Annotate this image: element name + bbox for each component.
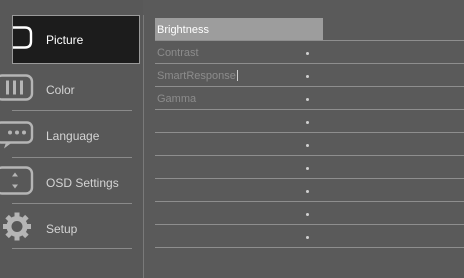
submenu-item-empty[interactable] [155, 179, 464, 202]
sidebar-item-label: Color [46, 83, 75, 97]
sidebar-divider [12, 248, 132, 249]
submenu-item-gamma[interactable]: Gamma [155, 87, 464, 110]
indicator-dot [306, 51, 309, 55]
language-icon [0, 119, 36, 154]
sidebar-item-label: Picture [46, 32, 84, 47]
submenu-item-empty[interactable] [155, 133, 464, 156]
sidebar-item-language[interactable]: Language [0, 113, 143, 159]
submenu-item-empty[interactable] [155, 225, 464, 248]
submenu-item-label: Gamma [157, 92, 197, 105]
submenu-item-contrast[interactable]: Contrast [155, 41, 464, 64]
indicator-dot [306, 120, 309, 124]
osd-menu: Picture Color Language OSD Settings Setu… [0, 0, 464, 278]
sidebar-divider [12, 110, 132, 111]
sidebar-item-label: Setup [46, 222, 78, 236]
submenu-item-text: SmartResponse [157, 69, 236, 82]
submenu-item-label: Contrast [157, 46, 199, 59]
submenu-item-brightness[interactable]: Brightness [155, 18, 464, 41]
sidebar-item-color[interactable]: Color [0, 67, 143, 113]
osd-sidebar: Picture Color Language OSD Settings Setu… [0, 0, 143, 278]
sidebar-item-label: Language [46, 129, 100, 143]
indicator-dot [306, 143, 309, 147]
text-cursor [236, 70, 238, 82]
osd-settings-icon [0, 166, 36, 201]
sidebar-divider [12, 157, 132, 158]
submenu-item-label: SmartResponse [157, 70, 238, 82]
submenu-item-empty[interactable] [155, 202, 464, 225]
gear-icon [0, 212, 36, 247]
color-icon [0, 73, 36, 108]
indicator-dot [306, 189, 309, 193]
panel-divider [143, 15, 144, 278]
submenu-item-label: Brightness [157, 23, 209, 36]
row-divider [155, 247, 464, 248]
indicator-dot [306, 235, 309, 239]
submenu-item-empty[interactable] [155, 156, 464, 179]
indicator-dot [306, 74, 309, 78]
picture-icon [11, 24, 33, 55]
submenu-item-smartresponse[interactable]: SmartResponse [155, 64, 464, 87]
sidebar-item-label: OSD Settings [46, 176, 119, 190]
sidebar-divider [12, 203, 132, 204]
indicator-dot [306, 212, 309, 216]
sidebar-item-osd-settings[interactable]: OSD Settings [0, 160, 143, 206]
sidebar-item-setup[interactable]: Setup [0, 206, 143, 252]
sidebar-item-picture[interactable]: Picture [12, 15, 140, 64]
submenu-item-empty[interactable] [155, 110, 464, 133]
indicator-dot [306, 97, 309, 101]
indicator-dot [306, 166, 309, 170]
